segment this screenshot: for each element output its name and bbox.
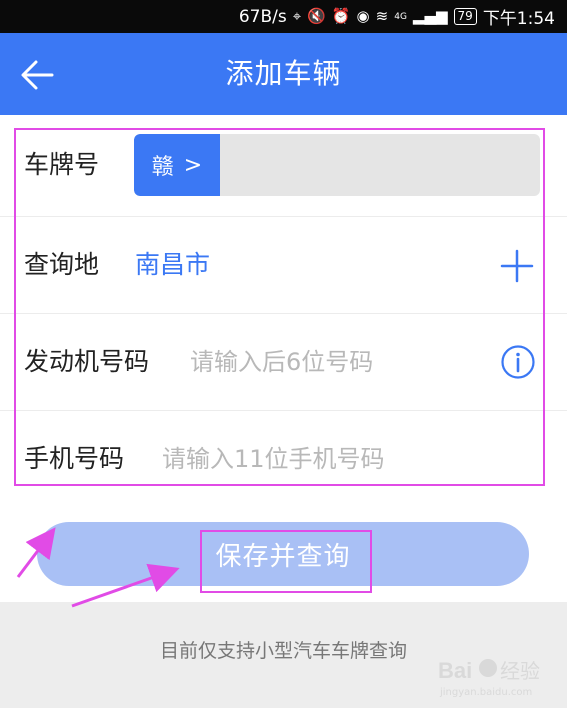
mute-icon: 🔇 [307, 7, 326, 25]
plate-row: 车牌号 赣 > [0, 120, 567, 217]
save-and-query-button[interactable]: 保存并查询 [37, 522, 529, 586]
engine-row: 发动机号码 请输入后6位号码 [0, 314, 567, 411]
phone-number-input[interactable]: 请输入11位手机号码 [162, 411, 385, 507]
page-title: 添加车辆 [225, 57, 342, 90]
phone-label: 手机号码 [24, 444, 125, 473]
province-selector[interactable]: 赣 > [134, 134, 220, 196]
chevron-right-icon: > [183, 152, 203, 178]
engine-number-input[interactable]: 请输入后6位号码 [190, 314, 373, 410]
clock: 下午1:54 [482, 9, 555, 29]
status-bar: 67B/s ⌖ 🔇 ⏰ ◉ ≋ 4G ▂▄▆ 79 下午1:54 [0, 0, 567, 33]
signal-icon: ▂▄▆ [412, 7, 448, 25]
location-label: 查询地 [24, 250, 100, 279]
plate-number-input[interactable]: 赣 > [134, 134, 540, 196]
location-value[interactable]: 南昌市 [135, 217, 210, 313]
plus-icon[interactable] [500, 249, 534, 283]
engine-label: 发动机号码 [24, 347, 150, 376]
save-area: 保存并查询 [0, 506, 567, 602]
location-row[interactable]: 查询地 南昌市 [0, 217, 567, 314]
svg-text:Bai: Bai [438, 658, 472, 683]
app-bar: 添加车辆 [0, 33, 567, 115]
phone-row: 手机号码 请输入11位手机号码 [0, 411, 567, 508]
wifi-icon: ≋ [375, 7, 389, 25]
info-icon[interactable] [500, 344, 536, 380]
network-speed: 67B/s [238, 6, 287, 27]
vehicle-form: 车牌号 赣 > 查询地 南昌市 发动机号码 请输入后6位号码 手机号码 请输入1… [0, 120, 567, 508]
network-type: 4G [394, 11, 407, 22]
province-prefix: 赣 [151, 155, 174, 180]
location-icon: ⌖ [292, 7, 302, 25]
svg-text:jingyan.baidu.com: jingyan.baidu.com [439, 687, 532, 698]
battery-level: 79 [453, 8, 477, 25]
baidu-watermark-logo: Bai 经验 jingyan.baidu.com [438, 658, 540, 698]
alarm-icon: ⏰ [331, 7, 351, 25]
plate-label: 车牌号 [24, 150, 100, 179]
eye-icon: ◉ [356, 7, 370, 25]
svg-text:经验: 经验 [500, 659, 540, 683]
